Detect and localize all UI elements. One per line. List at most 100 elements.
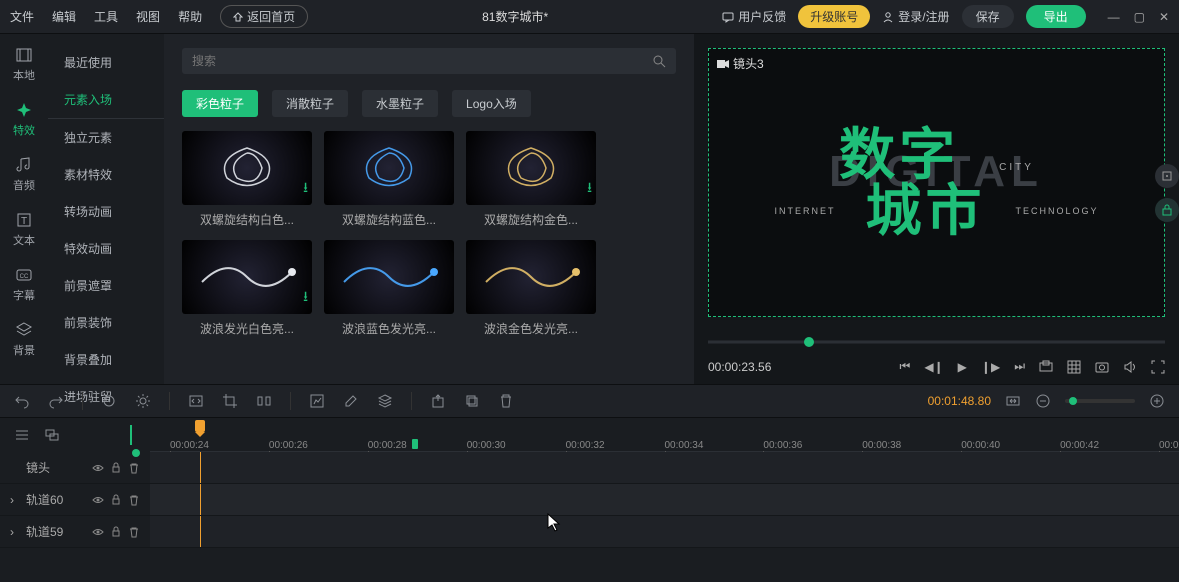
download-icon[interactable]: ⭳	[303, 177, 308, 201]
cat-transition[interactable]: 转场动画	[48, 193, 164, 230]
upgrade-button[interactable]: 升级账号	[798, 5, 870, 28]
preview-progress-knob[interactable]	[804, 337, 814, 347]
download-icon[interactable]: ⭳	[587, 177, 592, 201]
search-icon[interactable]	[652, 54, 666, 68]
cat-bg-overlay[interactable]: 背景叠加	[48, 341, 164, 378]
cat-element-in[interactable]: 元素入场	[48, 81, 164, 119]
trash-icon[interactable]	[128, 462, 140, 474]
preview-viewport[interactable]: 镜头3 DIGITAL 数字 CITY INTERNET 城市 TECHNOLO…	[708, 48, 1165, 317]
feedback-link[interactable]: 用户反馈	[722, 8, 786, 25]
fit-icon[interactable]	[1005, 393, 1021, 409]
lock-icon[interactable]	[110, 526, 122, 538]
timeline-ruler[interactable]: 00:00:2400:00:2600:00:2800:00:3000:00:32…	[150, 418, 1179, 452]
undo-icon[interactable]	[14, 393, 30, 409]
delete-icon[interactable]	[498, 393, 514, 409]
filter-ink[interactable]: 水墨粒子	[362, 90, 438, 117]
track-body[interactable]	[150, 452, 1179, 483]
export-button[interactable]: 导出	[1026, 5, 1086, 28]
lock-tool-icon[interactable]	[1155, 198, 1179, 222]
search-input[interactable]	[192, 54, 652, 68]
asset-thumb[interactable]: ⭳	[466, 131, 596, 205]
zoom-out-icon[interactable]	[1035, 393, 1051, 409]
cat-material-fx[interactable]: 素材特效	[48, 156, 164, 193]
play-icon[interactable]: ▶	[958, 360, 967, 374]
track-header[interactable]: › 轨道60	[0, 484, 150, 515]
skip-end-icon[interactable]: ⏭	[1014, 359, 1025, 374]
stack-icon[interactable]	[377, 393, 393, 409]
playhead[interactable]	[195, 420, 205, 432]
nav-subtitle[interactable]: CC 字幕	[13, 266, 35, 303]
track-range-start-dot[interactable]	[130, 425, 136, 445]
zoom-slider[interactable]	[1065, 399, 1135, 403]
expand-icon[interactable]: ›	[10, 493, 20, 507]
login-button[interactable]: 登录/注册	[882, 8, 949, 25]
preview-progress[interactable]	[708, 331, 1165, 353]
save-button[interactable]: 保存	[962, 5, 1014, 28]
menu-edit[interactable]: 编辑	[52, 8, 76, 25]
range-start-knob[interactable]	[132, 449, 140, 457]
track-body[interactable]	[150, 484, 1179, 515]
track-stack-icon[interactable]	[44, 427, 60, 443]
track-list-icon[interactable]	[14, 427, 30, 443]
asset-item[interactable]: 波浪蓝色发光亮...	[324, 240, 454, 337]
skip-start-icon[interactable]: ⏮	[900, 359, 911, 374]
edit-icon[interactable]	[343, 393, 359, 409]
asset-thumb[interactable]: ⭳	[182, 240, 312, 314]
lock-icon[interactable]	[110, 494, 122, 506]
filter-logo-in[interactable]: Logo入场	[452, 90, 531, 117]
asset-item[interactable]: 波浪金色发光亮...	[466, 240, 596, 337]
track-body[interactable]	[150, 516, 1179, 547]
visibility-icon[interactable]	[92, 494, 104, 506]
home-button[interactable]: 返回首页	[220, 5, 308, 28]
cat-recent[interactable]: 最近使用	[48, 44, 164, 81]
code-icon[interactable]	[188, 393, 204, 409]
timeline-marker[interactable]	[412, 439, 418, 449]
menu-view[interactable]: 视图	[136, 8, 160, 25]
mask-icon[interactable]	[309, 393, 325, 409]
asset-thumb[interactable]: ⭳	[182, 131, 312, 205]
zoom-in-icon[interactable]	[1149, 393, 1165, 409]
lock-icon[interactable]	[110, 462, 122, 474]
nav-effects[interactable]: 特效	[13, 101, 35, 138]
menu-tools[interactable]: 工具	[94, 8, 118, 25]
asset-item[interactable]: ⭳双螺旋结构白色...	[182, 131, 312, 228]
export-clip-icon[interactable]	[430, 393, 446, 409]
cat-independent[interactable]: 独立元素	[48, 119, 164, 156]
asset-thumb[interactable]	[324, 131, 454, 205]
track-header[interactable]: 镜头	[0, 452, 150, 483]
menu-file[interactable]: 文件	[10, 8, 34, 25]
snapshot-icon[interactable]	[1095, 360, 1109, 374]
redo-icon[interactable]	[48, 393, 64, 409]
filter-color-particle[interactable]: 彩色粒子	[182, 90, 258, 117]
menu-help[interactable]: 帮助	[178, 8, 202, 25]
step-back-icon[interactable]: ◀❙	[924, 360, 943, 374]
window-maximize-icon[interactable]: ▢	[1134, 10, 1145, 24]
step-fwd-icon[interactable]: ❙▶	[981, 360, 1000, 374]
cat-fg-decor[interactable]: 前景装饰	[48, 304, 164, 341]
nav-local[interactable]: 本地	[13, 46, 35, 83]
grid-icon[interactable]	[1067, 360, 1081, 374]
cat-fx-anim[interactable]: 特效动画	[48, 230, 164, 267]
crop-icon[interactable]	[222, 393, 238, 409]
window-minimize-icon[interactable]: —	[1108, 10, 1120, 24]
visibility-icon[interactable]	[92, 462, 104, 474]
asset-thumb[interactable]	[324, 240, 454, 314]
loop-icon[interactable]	[1039, 360, 1053, 374]
asset-item[interactable]: ⭳双螺旋结构金色...	[466, 131, 596, 228]
asset-item[interactable]: 双螺旋结构蓝色...	[324, 131, 454, 228]
volume-icon[interactable]	[1123, 360, 1137, 374]
trash-icon[interactable]	[128, 526, 140, 538]
download-icon[interactable]: ⭳	[303, 286, 308, 310]
asset-item[interactable]: ⭳波浪发光白色亮...	[182, 240, 312, 337]
settings-icon[interactable]	[135, 393, 151, 409]
expand-icon[interactable]: ›	[10, 525, 20, 539]
trash-icon[interactable]	[128, 494, 140, 506]
crop-tool-icon[interactable]	[1155, 164, 1179, 188]
filter-dissipate[interactable]: 消散粒子	[272, 90, 348, 117]
cat-fg-mask[interactable]: 前景遮罩	[48, 267, 164, 304]
target-icon[interactable]	[101, 393, 117, 409]
zoom-knob[interactable]	[1069, 397, 1077, 405]
nav-audio[interactable]: 音频	[13, 156, 35, 193]
track-header[interactable]: › 轨道59	[0, 516, 150, 547]
asset-thumb[interactable]	[466, 240, 596, 314]
